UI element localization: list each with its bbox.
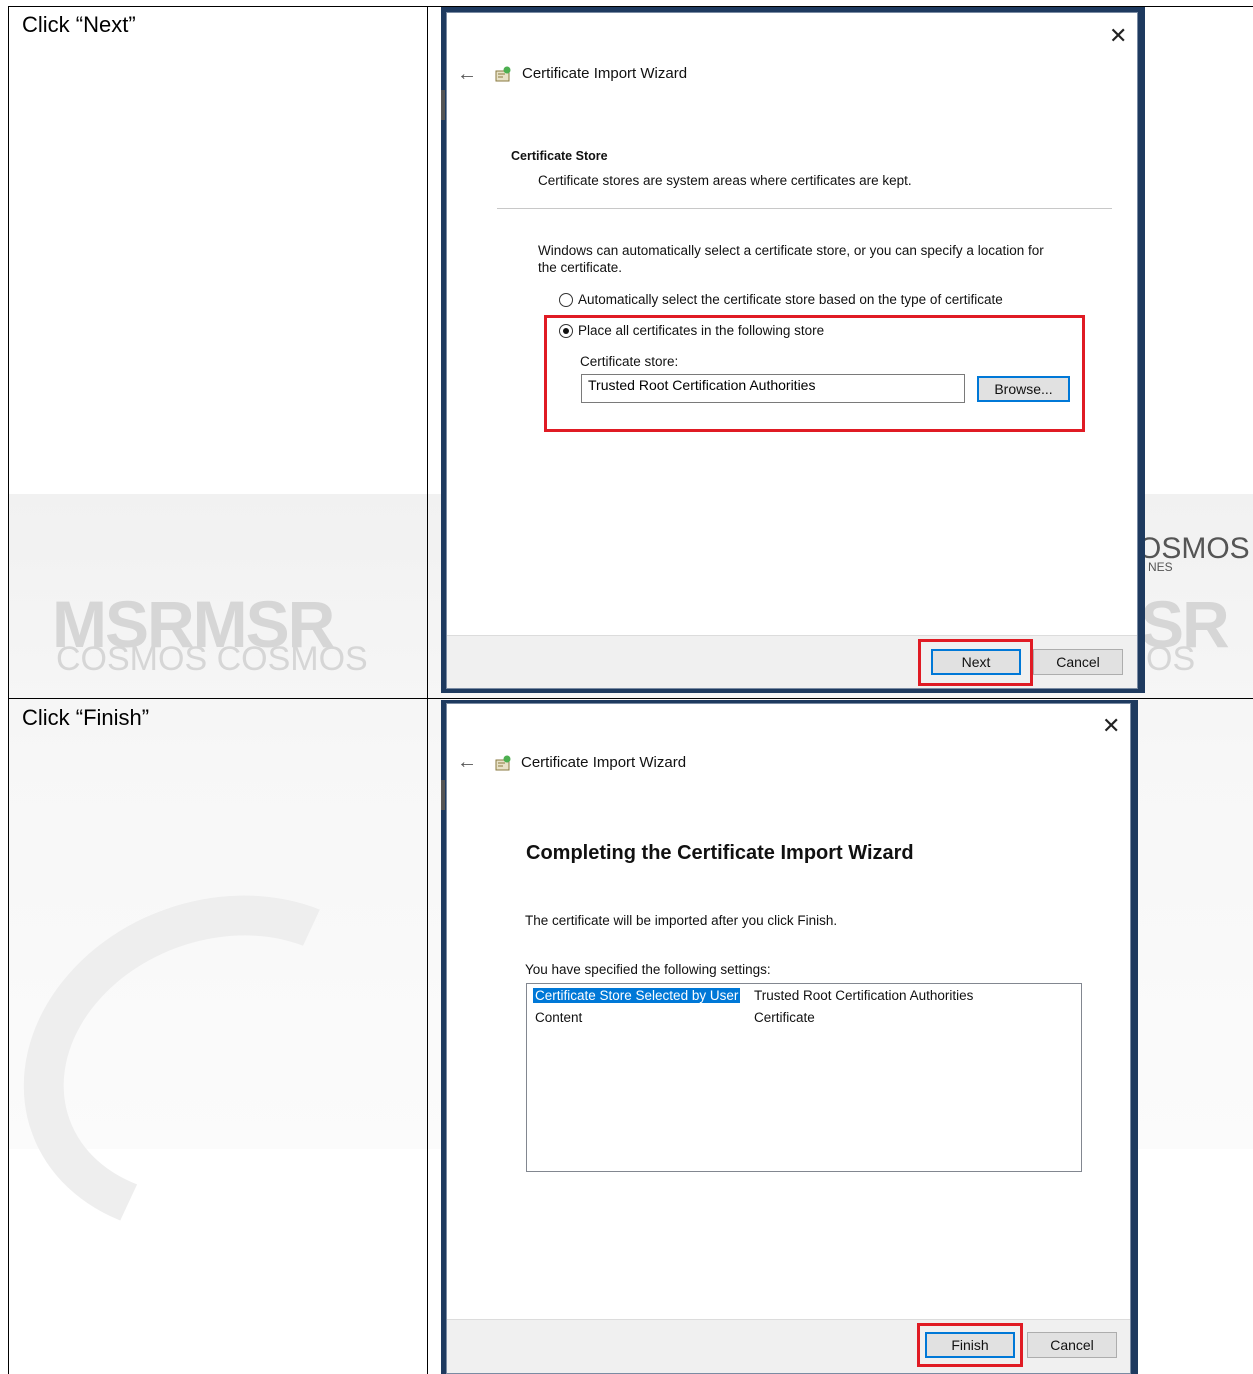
completion-heading: Completing the Certificate Import Wizard bbox=[526, 842, 914, 864]
close-icon[interactable]: ✕ bbox=[1109, 25, 1127, 47]
certificate-store-dialog: ✕ ← Certificate Import Wizard Certificat… bbox=[446, 12, 1138, 689]
wizard-title: Certificate Import Wizard bbox=[521, 754, 687, 771]
dialog-footer: Next Cancel bbox=[447, 635, 1137, 688]
background-window-edge-2 bbox=[441, 780, 445, 810]
settings-row-value: Certificate bbox=[754, 1010, 815, 1025]
wizard-title: Certificate Import Wizard bbox=[522, 65, 688, 82]
table-row-divider bbox=[8, 698, 1253, 699]
settings-list[interactable]: Certificate Store Selected by User Trust… bbox=[526, 983, 1082, 1172]
background-window-edge-1 bbox=[441, 90, 445, 120]
back-arrow-icon[interactable]: ← bbox=[457, 751, 477, 774]
intro-text-line1: Windows can automatically select a certi… bbox=[538, 243, 1044, 258]
settings-row-value: Trusted Root Certification Authorities bbox=[754, 988, 974, 1003]
completion-info: The certificate will be imported after y… bbox=[525, 913, 838, 928]
watermark-logo-sub-right: NES bbox=[1148, 560, 1173, 574]
close-icon[interactable]: ✕ bbox=[1102, 715, 1120, 737]
highlight-next-button bbox=[918, 639, 1033, 686]
highlight-finish-button bbox=[917, 1323, 1023, 1367]
completing-wizard-dialog: ✕ ← Certificate Import Wizard Completing… bbox=[446, 703, 1131, 1374]
header-divider bbox=[497, 208, 1112, 209]
watermark-subtext-right: OS bbox=[1146, 640, 1196, 678]
settings-row-name[interactable]: Certificate Store Selected by User bbox=[533, 988, 741, 1003]
cancel-button[interactable]: Cancel bbox=[1033, 649, 1123, 675]
table-column-divider bbox=[427, 6, 428, 1374]
intro-text-line2: the certificate. bbox=[538, 260, 623, 275]
section-description: Certificate stores are system areas wher… bbox=[538, 173, 912, 188]
settings-row-name[interactable]: Content bbox=[535, 1010, 582, 1025]
table-border-left bbox=[8, 6, 9, 1374]
certificate-wizard-icon bbox=[495, 66, 511, 82]
selected-setting-name[interactable]: Certificate Store Selected by User bbox=[533, 988, 741, 1003]
watermark-subtext: COSMOS COSMOS bbox=[56, 640, 368, 678]
radio-auto-select-label[interactable]: Automatically select the certificate sto… bbox=[578, 292, 1003, 307]
instruction-finish: Click “Finish” bbox=[22, 705, 150, 730]
back-arrow-icon[interactable]: ← bbox=[457, 63, 477, 86]
dialog-footer: Finish Cancel bbox=[447, 1319, 1130, 1373]
instruction-next: Click “Next” bbox=[22, 12, 136, 37]
radio-auto-select[interactable] bbox=[559, 293, 573, 307]
cancel-button[interactable]: Cancel bbox=[1027, 1332, 1117, 1358]
section-title: Certificate Store bbox=[511, 149, 608, 163]
highlight-store-selection bbox=[544, 315, 1085, 432]
certificate-wizard-icon bbox=[495, 755, 511, 771]
settings-label: You have specified the following setting… bbox=[525, 962, 771, 977]
